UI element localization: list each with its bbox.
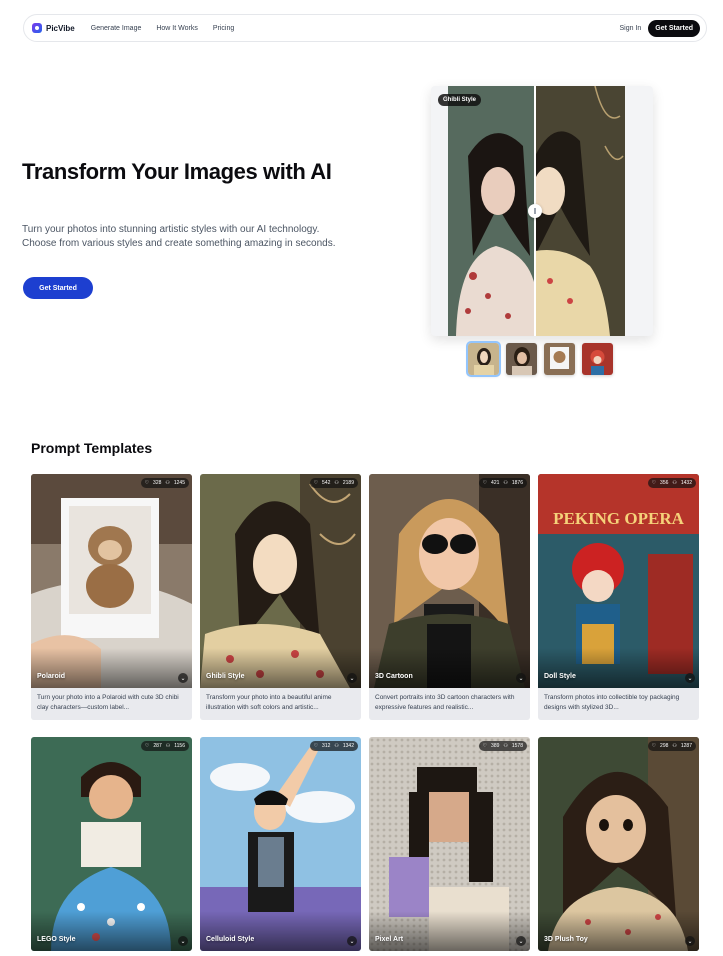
style-badge: Ghibli Style [438,94,482,106]
comparison-drag-handle[interactable] [528,204,542,218]
card-title: Polaroid [37,673,66,680]
card-title: 3D Cartoon [375,673,413,680]
card-title: 3D Plush Toy [544,936,588,943]
users-icon: ⚇ [672,743,677,749]
template-card-doll[interactable]: PEKING OPERA ♡ 356 ⚇ 1432 Doll Style ⌄ Tra… [538,474,699,720]
card-description: Transform your photo into a beautiful an… [200,688,361,720]
heart-icon: ♡ [651,480,657,486]
chevron-down-icon[interactable]: ⌄ [516,673,526,683]
card-stats: ♡ 421 ⚇ 1876 [478,478,527,488]
card-stats: ♡ 298 ⚇ 1287 [647,741,696,751]
template-card-pixel-art[interactable]: ♡ 389 ⚇ 1578 Pixel Art ⌄ [369,737,530,951]
section-title: Prompt Templates [31,440,153,456]
card-title: Doll Style [544,673,576,680]
card-stats: ♡ 287 ⚇ 1156 [140,741,189,751]
users-icon: ⚇ [334,743,339,749]
hero-get-started-button[interactable]: Get Started [23,277,93,299]
template-grid: ♡ 328 ⚇ 1245 Polaroid ⌄ Turn your photo in… [31,474,699,951]
card-stats: ♡ 328 ⚇ 1245 [140,478,189,488]
hero-title: Transform Your Images with AI [22,159,332,184]
chevron-down-icon[interactable]: ⌄ [347,673,357,683]
template-card-ghibli[interactable]: ♡ 542 ⚇ 2189 Ghibli Style ⌄ Transform your… [200,474,361,720]
thumbnail-cartoon[interactable] [506,343,537,375]
template-card-3d-cartoon[interactable]: ♡ 421 ⚇ 1876 3D Cartoon ⌄ Convert portrait… [369,474,530,720]
chevron-down-icon[interactable]: ⌄ [347,936,357,946]
users-icon: ⚇ [503,480,508,486]
card-stats: ♡ 389 ⚇ 1578 [478,741,527,751]
chevron-down-icon[interactable]: ⌄ [178,673,188,683]
card-description: Convert portraits into 3D cartoon charac… [369,688,530,720]
style-thumbnails [466,341,613,377]
heart-icon: ♡ [144,480,150,486]
card-title: Celluloid Style [206,936,255,943]
logo-icon [32,23,42,33]
users-icon: ⚇ [672,480,677,486]
template-card-polaroid[interactable]: ♡ 328 ⚇ 1245 Polaroid ⌄ Turn your photo in… [31,474,192,720]
heart-icon: ♡ [651,743,657,749]
users-icon: ⚇ [503,743,508,749]
chevron-down-icon[interactable]: ⌄ [685,936,695,946]
nav-link-generate-image[interactable]: Generate Image [91,25,142,32]
card-stats: ♡ 356 ⚇ 1432 [647,478,696,488]
sign-in-link[interactable]: Sign In [619,25,641,32]
brand-name: PicVibe [46,23,75,33]
thumbnail-polaroid[interactable] [544,343,575,375]
users-icon: ⚇ [165,743,171,749]
nav-link-how-it-works[interactable]: How It Works [156,25,198,32]
card-description: Transform photos into collectible toy pa… [538,688,699,720]
card-stats: ♡ 312 ⚇ 1342 [309,741,358,751]
thumbnail-ghibli[interactable] [466,341,501,377]
chevron-down-icon[interactable]: ⌄ [685,673,695,683]
chevron-down-icon[interactable]: ⌄ [178,936,188,946]
nav-get-started-button[interactable]: Get Started [648,19,700,37]
heart-icon: ♡ [482,743,488,749]
nav-link-pricing[interactable]: Pricing [213,25,234,32]
top-navbar: PicVibe Generate Image How It Works Pric… [23,14,707,42]
users-icon: ⚇ [165,480,170,486]
thumbnail-doll[interactable] [582,343,613,375]
template-card-celluloid[interactable]: ♡ 312 ⚇ 1342 Celluloid Style ⌄ [200,737,361,951]
hero-subtitle: Turn your photos into stunning artistic … [22,224,336,249]
heart-icon: ♡ [313,743,319,749]
chevron-down-icon[interactable]: ⌄ [516,936,526,946]
card-title: LEGO Style [37,936,76,943]
template-card-lego[interactable]: ♡ 287 ⚇ 1156 LEGO Style ⌄ [31,737,192,951]
card-stats: ♡ 542 ⚇ 2189 [309,478,358,488]
heart-icon: ♡ [144,743,150,749]
card-title: Ghibli Style [206,673,245,680]
before-after-comparison[interactable]: Ghibli Style [431,86,653,336]
stylized-photo [535,86,625,336]
heart-icon: ♡ [482,480,488,486]
heart-icon: ♡ [313,480,319,486]
card-title: Pixel Art [375,936,404,943]
nav-links: Generate Image How It Works Pricing [91,25,235,32]
brand-logo[interactable]: PicVibe [32,23,75,33]
template-card-3d-plush[interactable]: ♡ 298 ⚇ 1287 3D Plush Toy ⌄ [538,737,699,951]
peking-opera-label: PEKING OPERA [553,509,685,528]
original-photo [448,86,535,336]
users-icon: ⚇ [334,480,339,486]
card-description: Turn your photo into a Polaroid with cut… [31,688,192,720]
